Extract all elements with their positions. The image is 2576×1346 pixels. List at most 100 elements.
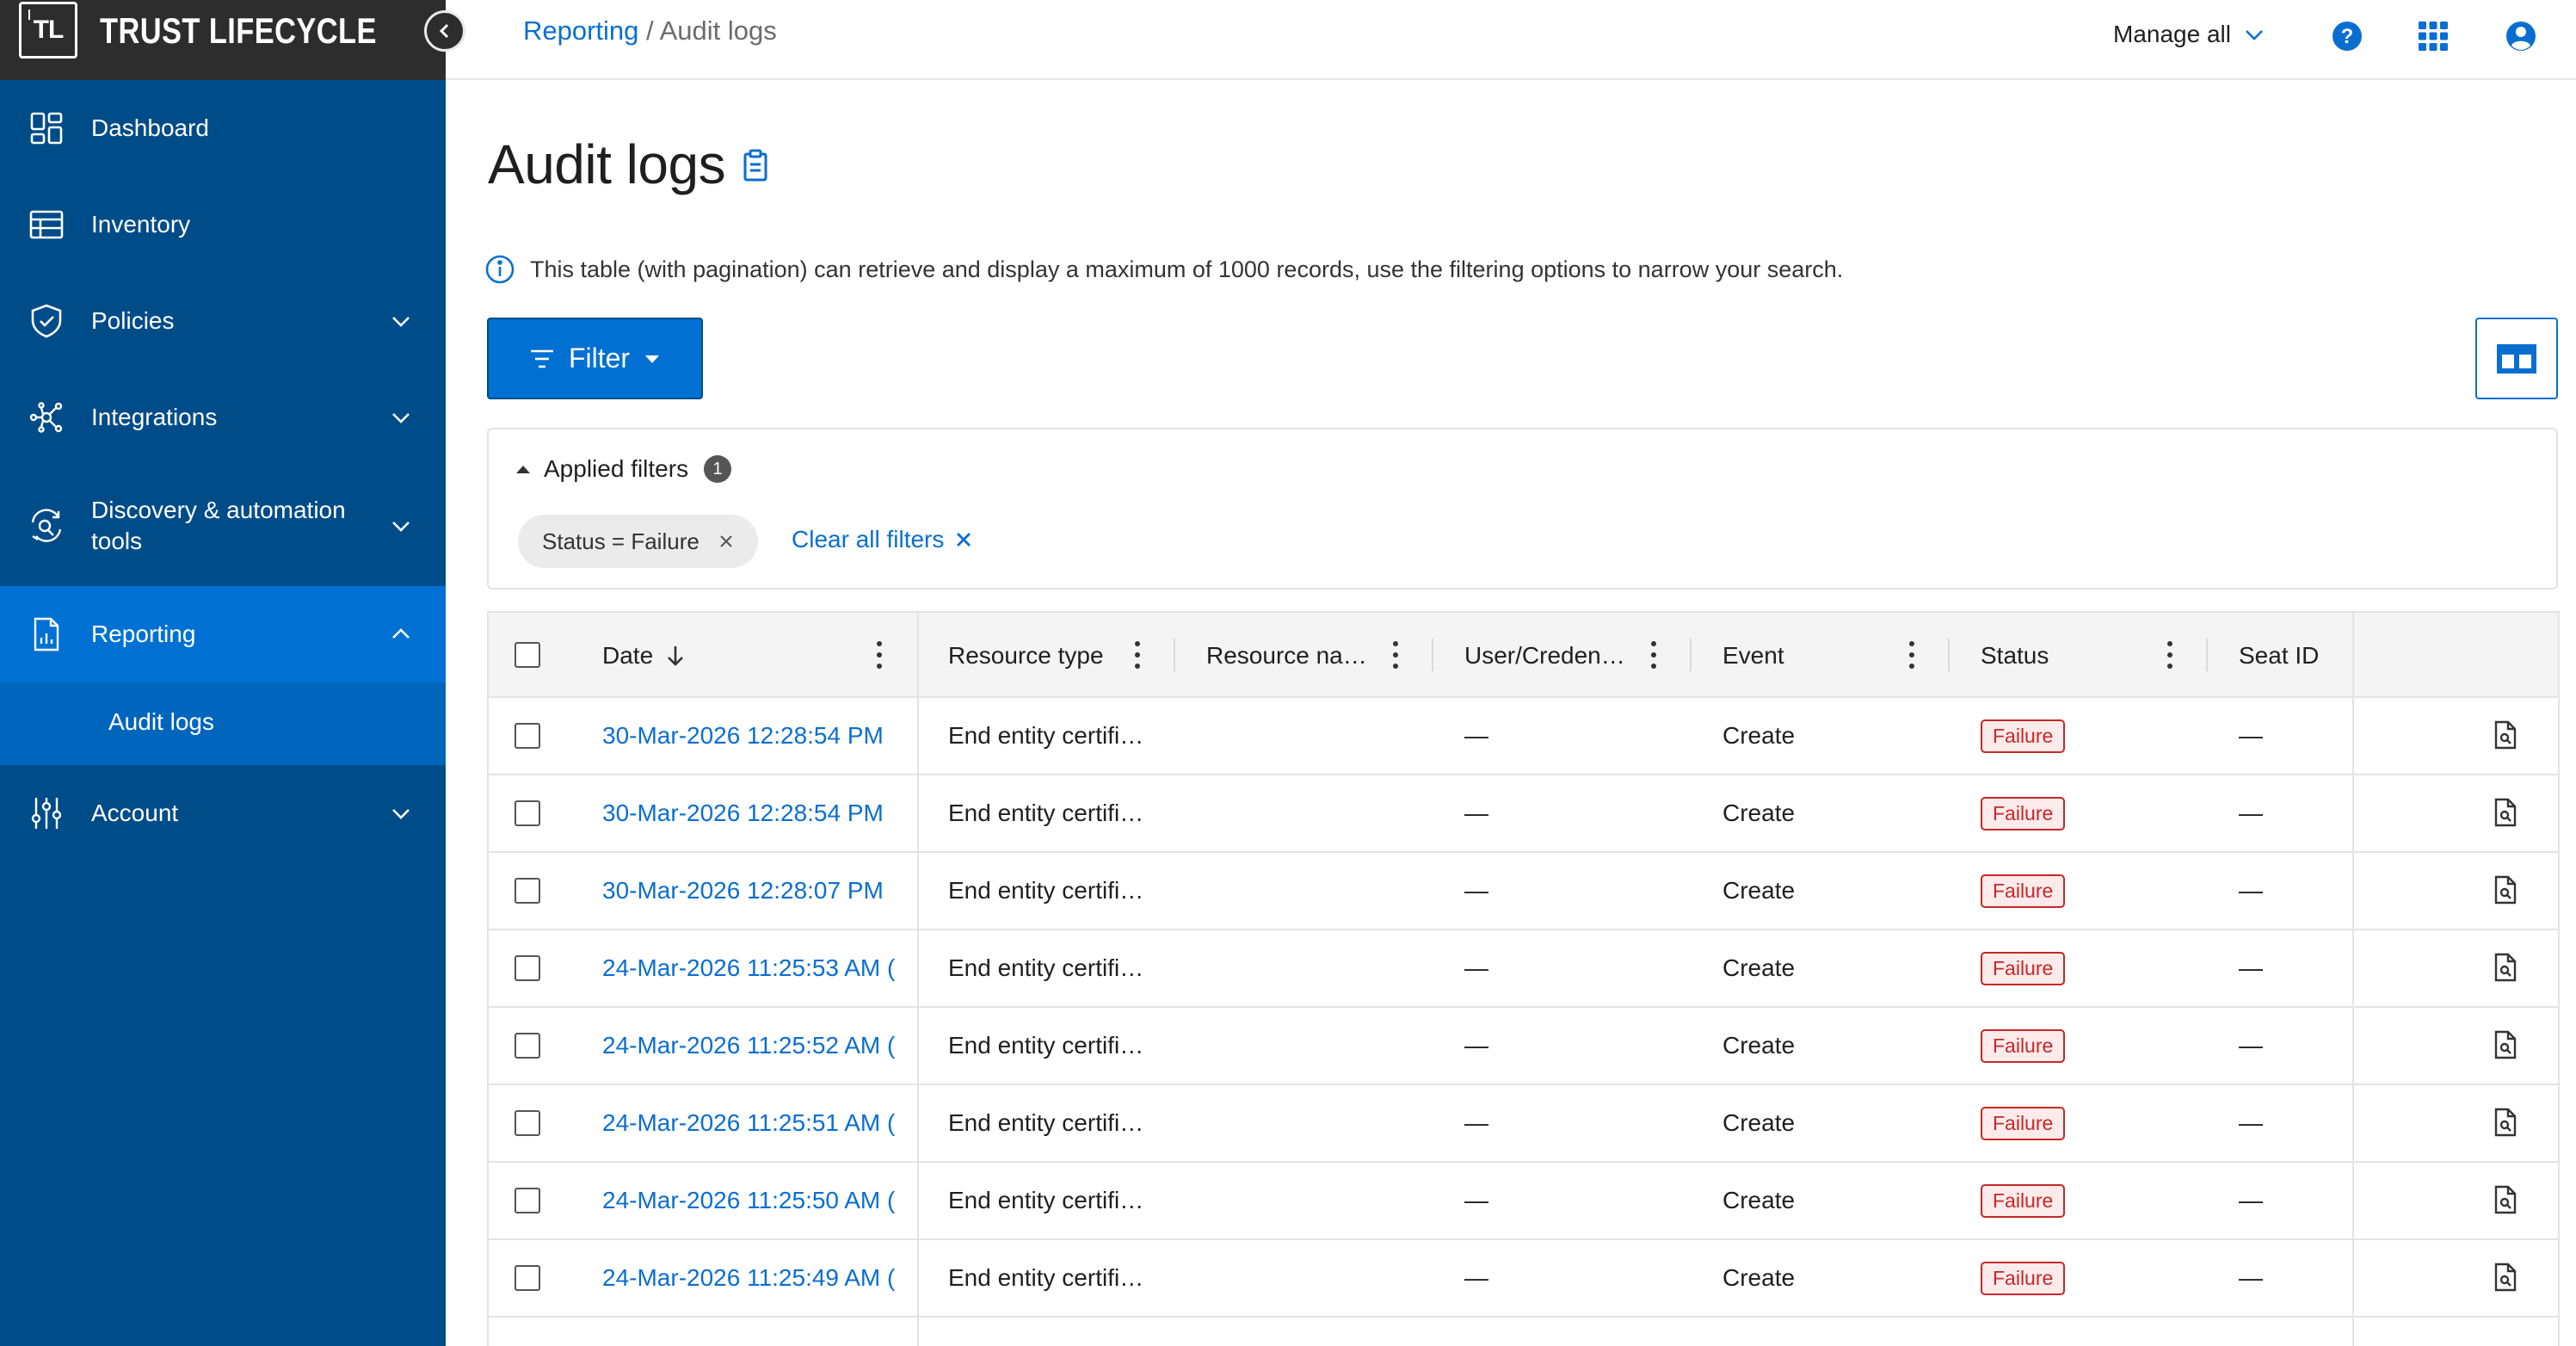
- manage-all-dropdown[interactable]: Manage all: [2113, 21, 2265, 48]
- breadcrumb-current: Audit logs: [659, 15, 777, 46]
- sidebar-item-policies[interactable]: Policies: [0, 273, 446, 369]
- view-details-icon[interactable]: [2493, 875, 2517, 905]
- view-details-icon[interactable]: [2493, 953, 2517, 982]
- table-row[interactable]: 30-Mar-2026 12:28:54 PM End entity certif…: [489, 775, 2558, 853]
- column-header-label: Resource na…: [1206, 641, 1367, 669]
- column-menu-icon[interactable]: [1650, 640, 1657, 670]
- clipboard-icon[interactable]: [742, 148, 769, 182]
- sidebar-collapse-button[interactable]: [424, 10, 465, 52]
- sidebar-item-label: Integrations: [91, 404, 218, 430]
- row-checkbox[interactable]: [515, 878, 540, 904]
- view-details-icon[interactable]: [2493, 1263, 2517, 1292]
- cell-date-link[interactable]: 24-Mar-2026 11:25:51 AM (: [602, 1085, 900, 1161]
- view-details-icon[interactable]: [2493, 1108, 2517, 1137]
- column-header-user-credential[interactable]: User/Creden…: [1464, 613, 1625, 698]
- apps-grid-icon[interactable]: [2414, 17, 2452, 55]
- close-icon[interactable]: [718, 534, 734, 549]
- brand-bar: TL TRUST LIFECYCLE: [0, 0, 446, 80]
- cell-date-link[interactable]: 30-Mar-2026 12:28:07 PM: [602, 853, 900, 929]
- view-details-icon[interactable]: [2493, 1185, 2517, 1214]
- column-header-resource-type[interactable]: Resource type: [948, 613, 1104, 698]
- user-account-icon[interactable]: [2502, 17, 2540, 55]
- table-row[interactable]: 24-Mar-2026 11:25:52 AM (End entity cert…: [489, 1008, 2558, 1085]
- row-checkbox[interactable]: [515, 955, 540, 981]
- column-header-seat-id[interactable]: Seat ID: [2239, 613, 2319, 698]
- column-divider[interactable]: [1690, 639, 1692, 671]
- view-details-icon[interactable]: [2493, 798, 2517, 827]
- cell-resource-name: [1206, 1008, 1413, 1084]
- table-row[interactable]: 24-Mar-2026 11:25:49 AM (End entity cert…: [489, 1240, 2558, 1318]
- filter-button-label: Filter: [568, 343, 631, 374]
- view-details-icon[interactable]: [2493, 1030, 2517, 1059]
- cell-seat-id: —: [2239, 722, 2263, 749]
- filter-icon: [530, 349, 553, 367]
- column-menu-icon[interactable]: [2166, 640, 2173, 670]
- cell-status: Failure: [1981, 775, 2187, 851]
- column-divider[interactable]: [1432, 639, 1433, 671]
- sidebar-item-reporting[interactable]: Reporting: [0, 586, 446, 682]
- sort-descending-icon[interactable]: [665, 644, 686, 668]
- cell-user-credential: —: [1464, 1032, 1488, 1059]
- sidebar-subitem-audit-logs[interactable]: Audit logs: [0, 682, 446, 765]
- cell-date-link[interactable]: 24-Mar-2026 11:25:53 AM (: [602, 930, 900, 1006]
- column-menu-icon[interactable]: [1392, 640, 1399, 670]
- sidebar-item-label: Discovery & automation tools: [91, 497, 346, 554]
- chevron-down-icon: [2246, 30, 2263, 40]
- column-menu-icon[interactable]: [1908, 640, 1915, 670]
- sidebar-item-dashboard[interactable]: Dashboard: [0, 80, 446, 176]
- cell-event: Create: [1722, 1264, 1796, 1291]
- info-icon: [485, 255, 515, 284]
- cell-date-link[interactable]: 30-Mar-2026 12:28:54 PM: [602, 775, 900, 851]
- filter-button[interactable]: Filter: [487, 318, 703, 399]
- table-row[interactable]: 30-Mar-2026 12:28:07 PM End entity certif…: [489, 853, 2558, 930]
- column-header-status[interactable]: Status: [1981, 613, 2049, 698]
- row-checkbox[interactable]: [515, 723, 540, 749]
- brand-logo[interactable]: TL: [19, 2, 77, 59]
- column-header-resource-name[interactable]: Resource na…: [1206, 613, 1367, 698]
- discovery-icon: [31, 509, 62, 542]
- cell-user-credential: —: [1464, 1109, 1488, 1136]
- cell-resource-name: [1206, 930, 1413, 1006]
- cell-date-link[interactable]: 30-Mar-2026 12:28:54 PM: [602, 698, 900, 774]
- row-checkbox[interactable]: [515, 800, 540, 826]
- sidebar-item-discovery[interactable]: Discovery & automation tools: [0, 466, 446, 586]
- column-menu-icon[interactable]: [1134, 640, 1141, 670]
- cell-date-link[interactable]: 24-Mar-2026 11:25:52 AM (: [602, 1008, 900, 1084]
- table-row[interactable]: 24-Mar-2026 11:25:53 AM (End entity cert…: [489, 930, 2558, 1008]
- cell-resource-type: End entity certifi…: [948, 722, 1144, 749]
- table-row[interactable]: 24-Mar-2026 11:25:50 AM (End entity cert…: [489, 1163, 2558, 1240]
- clear-all-filters-link[interactable]: Clear all filters: [792, 526, 973, 553]
- column-divider[interactable]: [2206, 639, 2208, 671]
- sidebar-item-account[interactable]: Account: [0, 765, 446, 861]
- row-checkbox[interactable]: [515, 1265, 540, 1291]
- close-icon: [957, 533, 971, 546]
- column-menu-icon[interactable]: [876, 640, 883, 670]
- help-icon[interactable]: ?: [2328, 17, 2366, 55]
- status-badge: Failure: [1981, 1261, 2066, 1295]
- row-checkbox[interactable]: [515, 1110, 540, 1136]
- table-row[interactable]: 24-Mar-2026 11:25:51 AM (End entity cert…: [489, 1085, 2558, 1163]
- column-header-event[interactable]: Event: [1722, 613, 1784, 698]
- cell-date-link[interactable]: 24-Mar-2026 11:25:49 AM (: [602, 1240, 900, 1316]
- table-row[interactable]: 30-Mar-2026 12:28:54 PM End entity certif…: [489, 698, 2558, 775]
- sidebar-item-integrations[interactable]: Integrations: [0, 369, 446, 466]
- row-checkbox[interactable]: [515, 1188, 540, 1213]
- column-header-date[interactable]: Date: [602, 613, 686, 698]
- view-details-icon[interactable]: [2493, 720, 2517, 750]
- row-checkbox[interactable]: [515, 1033, 540, 1059]
- applied-filters-toggle[interactable]: Applied filters 1: [515, 455, 732, 483]
- cell-seat-id: —: [2239, 954, 2263, 981]
- breadcrumb-link-reporting[interactable]: Reporting: [523, 15, 638, 46]
- cell-status: Failure: [1981, 1163, 2187, 1238]
- select-all-checkbox[interactable]: [515, 642, 540, 668]
- table-view-toggle-button[interactable]: [2475, 318, 2558, 399]
- column-divider[interactable]: [1174, 639, 1175, 671]
- brand-name: TRUST LIFECYCLE: [100, 10, 377, 51]
- cell-seat-id: —: [2239, 1109, 2263, 1136]
- sidebar-item-inventory[interactable]: Inventory: [0, 176, 446, 273]
- cell-seat-id: —: [2239, 1264, 2263, 1291]
- filter-chip-label: Status = Failure: [542, 528, 699, 554]
- column-divider[interactable]: [1948, 639, 1950, 671]
- cell-status: Failure: [1981, 853, 2187, 929]
- cell-date-link[interactable]: 24-Mar-2026 11:25:50 AM (: [602, 1163, 900, 1238]
